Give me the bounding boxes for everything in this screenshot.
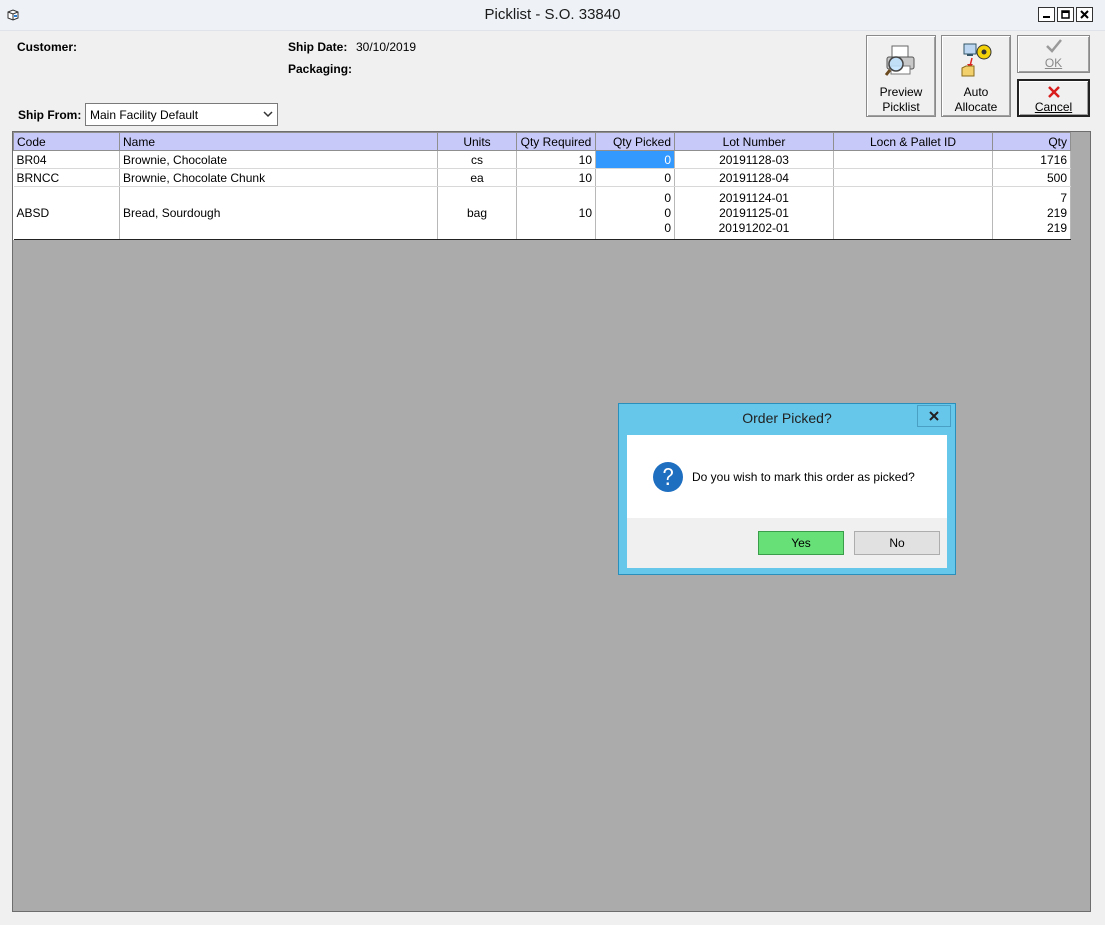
table-row[interactable]: ABSD Bread, Sourdough bag 10 0 0 0 20191…	[13, 186, 1071, 240]
cell-units[interactable]: ea	[437, 168, 517, 187]
checkmark-icon	[1046, 39, 1062, 53]
close-icon	[1080, 10, 1089, 19]
dialog-close-button[interactable]	[917, 405, 951, 427]
title-bar: Picklist - S.O. 33840	[0, 0, 1105, 31]
maximize-button[interactable]	[1057, 7, 1074, 22]
ship-from-value: Main Facility Default	[90, 108, 199, 122]
window-title: Picklist - S.O. 33840	[484, 6, 621, 23]
ok-button[interactable]: OK	[1017, 35, 1090, 73]
cell-lot-number[interactable]: 20191128-03	[674, 150, 834, 169]
cancel-button[interactable]: Cancel	[1017, 79, 1090, 117]
ok-label: OK	[1044, 56, 1063, 70]
dialog-title: Order Picked?	[742, 410, 832, 426]
close-icon	[929, 411, 939, 421]
no-button[interactable]: No	[854, 531, 940, 555]
yes-button[interactable]: Yes	[758, 531, 844, 555]
column-header-units[interactable]: Units	[437, 132, 517, 151]
dialog-body: Do you wish to mark this order as picked…	[627, 435, 947, 518]
cell-qty-required[interactable]: 10	[516, 168, 596, 187]
maximize-icon	[1061, 10, 1070, 19]
cell-name[interactable]: Bread, Sourdough	[119, 186, 438, 240]
packaging-label: Packaging:	[288, 62, 353, 76]
minimize-button[interactable]	[1038, 7, 1055, 22]
cell-qty-required[interactable]: 10	[516, 150, 596, 169]
column-header-qty[interactable]: Qty	[992, 132, 1071, 151]
cell-code[interactable]: BR04	[13, 150, 120, 169]
dialog-footer: Yes No	[627, 518, 947, 568]
auto-allocate-label-line2: Allocate	[954, 100, 998, 114]
preview-picklist-button[interactable]: Preview Picklist	[866, 35, 936, 117]
auto-allocate-label-line1: Auto	[963, 85, 989, 99]
cell-qty-required[interactable]: 10	[516, 186, 596, 240]
red-x-icon	[1048, 86, 1060, 98]
cell-locn[interactable]	[833, 150, 993, 169]
column-header-qty-picked[interactable]: Qty Picked	[595, 132, 675, 151]
qty-picked-line: 0	[664, 205, 671, 220]
cell-name[interactable]: Brownie, Chocolate Chunk	[119, 168, 438, 187]
minimize-icon	[1043, 16, 1050, 18]
column-header-qty-required[interactable]: Qty Required	[516, 132, 596, 151]
cell-locn[interactable]	[833, 186, 993, 240]
cell-units[interactable]: bag	[437, 186, 517, 240]
cell-qty-picked[interactable]: 0	[595, 168, 675, 187]
lot-number-line: 20191125-01	[719, 205, 789, 220]
ship-from-label: Ship From:	[18, 108, 82, 122]
printer-magnifier-icon	[884, 45, 915, 76]
cell-qty[interactable]: 1716	[992, 150, 1071, 169]
cancel-label: Cancel	[1034, 100, 1073, 114]
cell-locn[interactable]	[833, 168, 993, 187]
cell-qty-picked[interactable]: 0 0 0	[595, 186, 675, 240]
chevron-down-icon	[263, 111, 273, 118]
cell-qty[interactable]: 500	[992, 168, 1071, 187]
ship-date-value: 30/10/2019	[356, 40, 417, 54]
column-header-name[interactable]: Name	[119, 132, 438, 151]
dialog-message: Do you wish to mark this order as picked…	[692, 470, 915, 484]
auto-allocate-icon	[961, 43, 992, 77]
order-picked-dialog: Order Picked? Do you wish to mark this o…	[618, 403, 956, 575]
qty-line: 219	[1046, 205, 1067, 220]
qty-line: 219	[1046, 220, 1067, 235]
cell-name[interactable]: Brownie, Chocolate	[119, 150, 438, 169]
cell-code[interactable]: ABSD	[13, 186, 120, 240]
column-header-lot-number[interactable]: Lot Number	[674, 132, 834, 151]
qty-line: 7	[1060, 190, 1067, 205]
cell-lot-number[interactable]: 20191128-04	[674, 168, 834, 187]
lot-number-line: 20191124-01	[719, 190, 789, 205]
ship-date-label: Ship Date:	[288, 40, 348, 54]
qty-picked-line: 0	[664, 220, 671, 235]
table-header-row: Code Name Units Qty Required Qty Picked …	[13, 132, 1071, 151]
auto-allocate-button[interactable]: Auto Allocate	[941, 35, 1011, 117]
table-row[interactable]: BRNCC Brownie, Chocolate Chunk ea 10 0 2…	[13, 168, 1071, 187]
table-row[interactable]: BR04 Brownie, Chocolate cs 10 0 20191128…	[13, 150, 1071, 169]
column-header-locn-pallet[interactable]: Locn & Pallet ID	[833, 132, 993, 151]
picklist-table: Code Name Units Qty Required Qty Picked …	[13, 132, 1071, 240]
column-header-code[interactable]: Code	[13, 132, 120, 151]
cell-units[interactable]: cs	[437, 150, 517, 169]
cell-qty[interactable]: 7 219 219	[992, 186, 1071, 240]
question-icon	[653, 462, 683, 492]
ship-from-select[interactable]: Main Facility Default	[85, 103, 278, 126]
preview-label-line2: Picklist	[882, 100, 920, 114]
lot-number-line: 20191202-01	[718, 220, 790, 235]
qty-picked-line: 0	[664, 190, 671, 205]
cell-lot-number[interactable]: 20191124-01 20191125-01 20191202-01	[674, 186, 834, 240]
cell-qty-picked-selected[interactable]: 0	[595, 150, 675, 169]
cell-code[interactable]: BRNCC	[13, 168, 120, 187]
close-button[interactable]	[1076, 7, 1093, 22]
customer-label: Customer:	[17, 40, 78, 54]
preview-label-line1: Preview	[879, 85, 923, 99]
